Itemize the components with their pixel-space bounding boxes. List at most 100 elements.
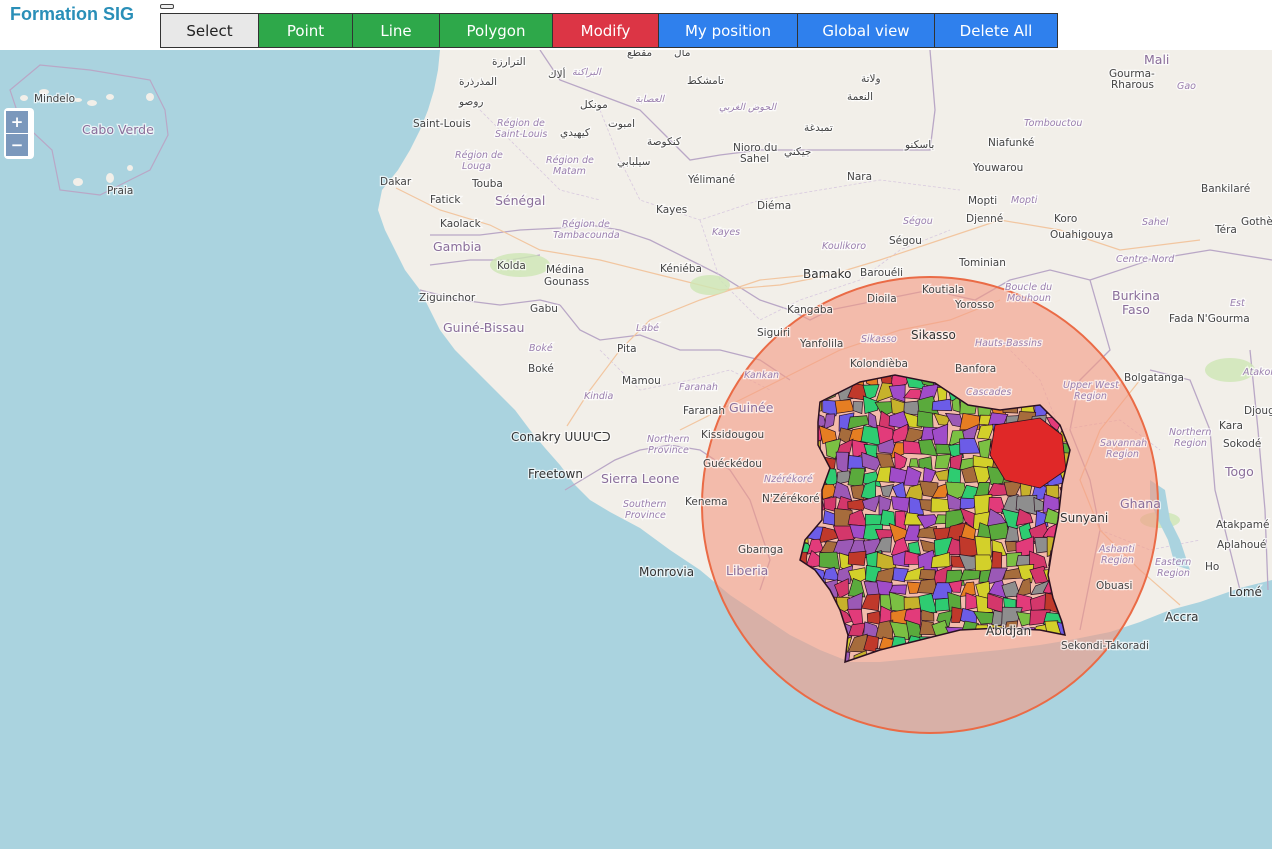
map-label-city: Siguiri [757,327,790,339]
map-label-region: Région de [562,219,610,230]
map-label-region: Louga [462,161,491,172]
polygon-button[interactable]: Polygon [439,13,553,48]
map-label-region: Cascades [966,387,1011,398]
district-polygon[interactable] [959,569,981,582]
map-label-city: Djoug [1244,405,1272,417]
map-label-region: Northern [647,434,689,445]
district-polygon[interactable] [818,551,841,570]
my-position-button[interactable]: My position [658,13,798,48]
map-label-city: Mindelo [34,93,75,105]
map-label-country: Mali [1144,52,1169,67]
map-label-capital: Monrovia [639,565,694,579]
district-polygon[interactable] [880,509,896,527]
zoom-out-button[interactable]: − [6,134,28,156]
map-label-capital: Accra [1165,610,1198,624]
district-polygon[interactable] [916,410,934,430]
map-label-country: Faso [1122,302,1150,317]
map-label-region: Region [1106,449,1139,460]
map-label-city: تمبدغة [804,122,833,134]
map-label-city: Banfora [955,363,996,375]
map-label-region: Ashanti [1098,544,1135,555]
map-label-city: Gbarnga [738,544,783,556]
map-label-city: Fada N'Gourma [1169,313,1250,325]
global-view-button[interactable]: Global view [797,13,935,48]
map-label-city: تامشكط [687,75,724,87]
district-polygon[interactable] [866,610,882,625]
map-canvas[interactable]: Mindelo Cabo Verde Praia Dakar Saint-Louis To… [0,50,1272,849]
map-label-city: Nara [847,171,872,183]
map-label-region: Région de [455,150,503,161]
map-label-region: Northern [1169,427,1211,438]
map-label-city: النعمة [847,91,873,103]
map-label-city: Bolgatanga [1124,372,1184,384]
map-label-city: Djenné [966,213,1003,225]
map-label-city: امبوت [608,118,635,130]
map-label-country: Guiné-Bissau [443,320,524,335]
map-label-city: سيلبابي [617,156,650,168]
map-label-city: Kolondièba [850,358,908,370]
map-label-city: Dakar [380,176,412,188]
district-polygon[interactable] [847,550,867,566]
map-label-city: Kaolack [440,218,482,230]
map-label-city: Bankilaré [1201,183,1250,195]
map-label-city: مقطع [627,50,652,59]
district-polygon[interactable] [908,458,919,468]
map-label-city: Tominian [958,257,1006,269]
map-label-city: Niafunké [988,137,1034,149]
line-button[interactable]: Line [352,13,440,48]
map-label-city: Saint-Louis [413,118,471,130]
map-label-region: Mouhoun [1007,293,1051,304]
map-label-city: Ségou [889,235,922,247]
map-label-city: جيكني [784,146,811,158]
map-label-city: Boké [528,363,554,375]
map-label-city: Obuasi [1096,580,1132,592]
map-label-region: Nzérékoré [764,474,813,485]
modify-button[interactable]: Modify [552,13,659,48]
map-label-region: Centre-Nord [1116,254,1175,265]
map-label-city: روصو [458,96,483,108]
map-label-city: Ho [1205,561,1219,573]
map-label-region: Province [625,510,666,521]
map-label-city: Touba [471,178,503,190]
map-label-city: Yorosso [954,299,994,311]
district-polygon[interactable] [919,569,936,581]
map-label-city: مونكل [580,99,608,111]
district-polygon[interactable] [977,438,992,459]
map-label-region: Région de [497,118,545,129]
delete-all-button[interactable]: Delete All [934,13,1058,48]
map-label-city: Praia [107,185,133,197]
district-polygon[interactable] [974,535,992,558]
zoom-control: + − [4,108,34,159]
map-label-country: Ghana [1120,496,1161,511]
map-label-capital: Freetown [528,467,583,481]
map-svg: Mindelo Cabo Verde Praia Dakar Saint-Louis To… [9,50,1272,734]
map-label-city: Mamou [622,375,661,387]
map-label-city: Koro [1054,213,1077,225]
map-label-city: Gounass [544,276,589,288]
select-button[interactable]: Select [160,13,259,48]
map-label-country: Sénégal [495,193,545,208]
map-label-country: Sierra Leone [601,471,680,486]
map-label-city: Ouahigouya [1050,229,1113,241]
map-label-region: Gao [1177,81,1196,92]
district-polygon[interactable] [834,399,855,414]
district-polygon[interactable] [988,522,1010,541]
zoom-in-button[interactable]: + [6,111,28,133]
district-polygon[interactable] [934,454,952,469]
map-label-city: Gothèye [1241,216,1272,228]
map-label-region: Faranah [679,382,718,393]
map-label-region: Région de [546,155,594,166]
map-label-region: Est [1230,298,1246,309]
point-button[interactable]: Point [258,13,353,48]
map-label-region: العصابة [635,94,665,105]
map-label-city: Mopti [968,195,997,207]
map-label-region: Tombouctou [1024,118,1082,129]
map-label-region: Boké [529,343,553,354]
map-label-region: Hauts-Bassins [975,338,1042,349]
map-label-capital: Abidjan [986,624,1031,638]
map-label-city: Yanfolila [799,338,843,350]
map-label-city: Rharous [1111,79,1154,91]
district-polygon[interactable] [847,467,866,488]
map-label-city: ألاك [548,67,566,81]
collapse-toggle-button[interactable] [160,4,174,9]
